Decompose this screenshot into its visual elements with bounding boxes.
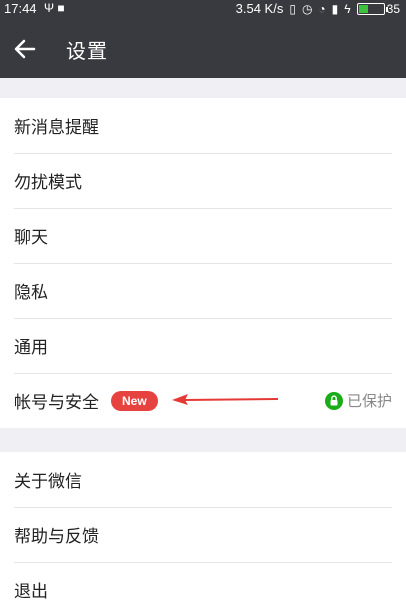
annotation-arrow-icon [172, 394, 279, 405]
battery-icon [356, 2, 388, 15]
settings-item-label: 勿扰模式 [14, 173, 82, 193]
settings-group-main: 新消息提醒 勿扰模式 聊天 隐私 通用 帐号与安全 New 已保护 [0, 98, 406, 428]
settings-item-notifications[interactable]: 新消息提醒 [0, 98, 406, 153]
usb-notification-icon: Ψ ■ [44, 1, 65, 15]
new-badge: New [111, 390, 158, 411]
back-button[interactable] [10, 34, 40, 64]
status-time: 17:44 [4, 1, 37, 16]
wifi-icon: ◔ [318, 1, 326, 16]
lock-icon [324, 391, 343, 410]
settings-item-do-not-disturb[interactable]: 勿扰模式 [0, 153, 406, 208]
charging-icon: ϟ [344, 1, 351, 16]
vibrate-icon: ▯ [289, 1, 296, 16]
signal-icon: ▮ [331, 1, 339, 16]
arrow-left-icon [14, 39, 36, 59]
settings-item-label: 帐号与安全 [14, 393, 99, 413]
battery-level: 35 [386, 1, 400, 16]
settings-item-account-security[interactable]: 帐号与安全 New 已保护 [0, 373, 406, 428]
settings-item-label: 通用 [14, 338, 48, 358]
title-bar: 设置 [0, 18, 406, 78]
settings-item-label: 隐私 [14, 283, 48, 303]
protection-status-label: 已保护 [346, 392, 392, 410]
settings-item-label: 新消息提醒 [14, 118, 99, 138]
network-speed: 3.54 K/s [235, 1, 284, 16]
settings-item-privacy[interactable]: 隐私 [0, 263, 406, 318]
alarm-icon: ◷ [301, 1, 313, 16]
settings-item-about[interactable]: 关于微信 [0, 452, 406, 507]
settings-item-label: 聊天 [14, 228, 48, 248]
settings-item-logout[interactable]: 退出 [0, 562, 406, 612]
battery-indicator: 35 [356, 1, 400, 16]
settings-item-help-feedback[interactable]: 帮助与反馈 [0, 507, 406, 562]
settings-group-secondary: 关于微信 帮助与反馈 退出 [0, 452, 406, 612]
settings-item-general[interactable]: 通用 [0, 318, 406, 373]
settings-item-chat[interactable]: 聊天 [0, 208, 406, 263]
settings-item-label: 关于微信 [14, 472, 82, 492]
settings-item-label: 帮助与反馈 [14, 527, 99, 547]
status-right-cluster: 3.54 K/s ▯ ◷ ◔ ▮ ϟ 35 [236, 1, 400, 16]
status-bar: 17:44 Ψ ■ 3.54 K/s ▯ ◷ ◔ ▮ ϟ 35 [0, 0, 406, 18]
protection-status: 已保护 [324, 390, 392, 411]
page-title: 设置 [66, 39, 108, 63]
settings-item-label: 退出 [14, 582, 48, 602]
